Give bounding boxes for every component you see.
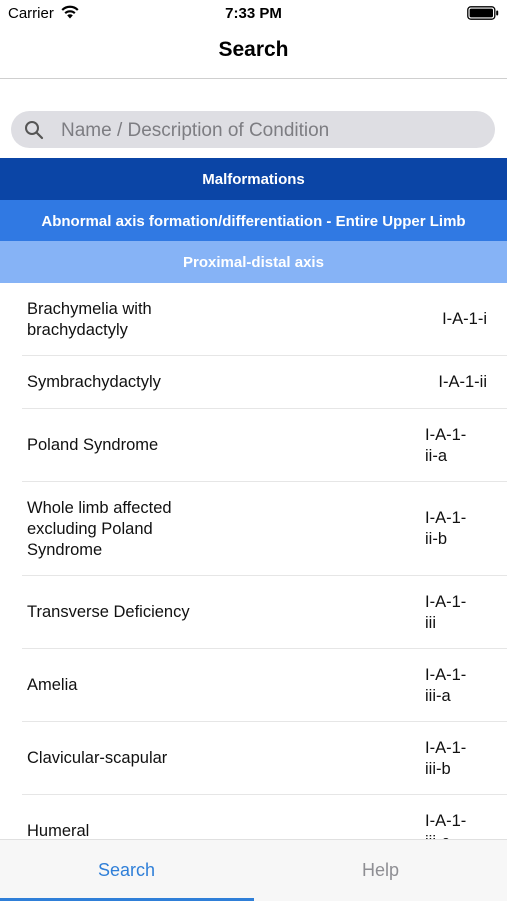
condition-code: I-A-1- ii-b (425, 509, 467, 548)
status-time: 7:33 PM (225, 5, 282, 22)
condition-code: I-A-1- iii-b (425, 739, 467, 778)
table-row[interactable]: Symbrachydactyly I-A-1-ii (0, 356, 507, 409)
condition-name: Amelia (27, 676, 78, 694)
condition-code: I-A-1- iii-c (425, 812, 467, 839)
tab-help[interactable]: Help (254, 840, 507, 901)
table-row[interactable]: Amelia I-A-1- iii-a (0, 649, 507, 722)
condition-name: Clavicular-scapular (27, 749, 168, 767)
table-row[interactable]: Whole limb affected excluding Poland Syn… (0, 482, 507, 576)
condition-list[interactable]: Brachymelia with brachydactyly I-A-1-i Sym… (0, 283, 507, 839)
subcategory-axis-formation[interactable]: Abnormal axis formation/differentiation … (0, 200, 507, 242)
table-row[interactable]: Transverse Deficiency I-A-1- iii (0, 576, 507, 649)
subcategory-proximal-distal[interactable]: Proximal-distal axis (0, 241, 507, 283)
condition-code: I-A-1- iii-a (425, 666, 467, 705)
category-malformations[interactable]: Malformations (0, 158, 507, 200)
condition-code: I-A-1- iii (425, 593, 467, 632)
search-icon (25, 121, 44, 140)
condition-name: Poland Syndrome (27, 436, 159, 454)
table-row[interactable]: Clavicular-scapular I-A-1- iii-b (0, 722, 507, 795)
condition-name: Transverse Deficiency (27, 603, 190, 621)
condition-name: Brachymelia with brachydactyly (27, 300, 152, 339)
tab-search[interactable]: Search (0, 840, 253, 901)
search-input[interactable] (59, 111, 483, 150)
navigation-bar: Search (0, 28, 507, 79)
table-row[interactable]: Humeral I-A-1- iii-c (0, 795, 507, 839)
battery-icon (467, 6, 499, 20)
table-row[interactable]: Poland Syndrome I-A-1- ii-a (0, 409, 507, 482)
status-bar: Carrier 7:33 PM (0, 0, 507, 28)
tab-bar: Search Help (0, 839, 507, 901)
condition-name: Symbrachydactyly (27, 373, 161, 391)
condition-code: I-A-1- ii-a (425, 426, 467, 465)
search-bar[interactable] (11, 111, 495, 150)
condition-name: Whole limb affected excluding Poland Syn… (27, 499, 172, 559)
table-row[interactable]: Brachymelia with brachydactyly I-A-1-i (0, 283, 507, 356)
condition-code: I-A-1-ii (438, 373, 487, 391)
condition-name: Humeral (27, 822, 90, 839)
condition-code: I-A-1-i (442, 310, 487, 328)
page-title: Search (218, 38, 289, 61)
